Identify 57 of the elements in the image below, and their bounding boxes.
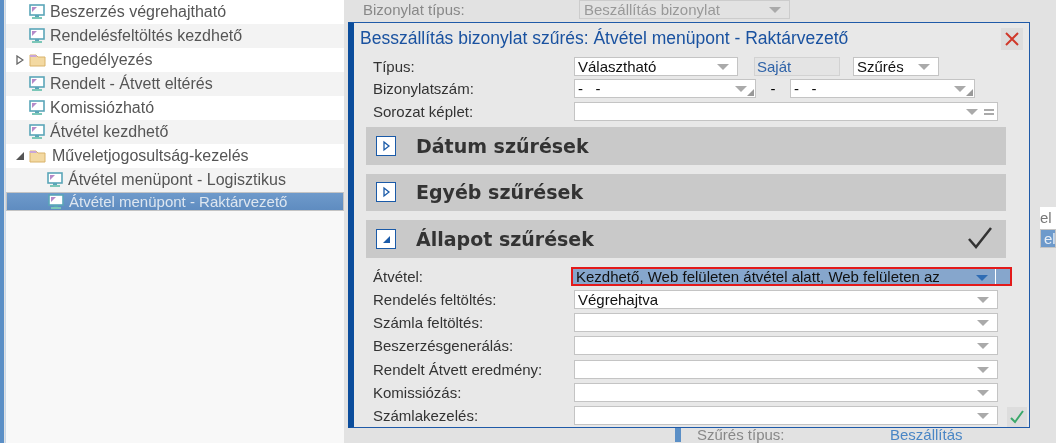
field-label: Sorozat képlet:	[373, 103, 475, 121]
monitor-icon	[29, 28, 45, 44]
type-select[interactable]: Választható	[574, 56, 738, 76]
checkmark-icon	[968, 227, 992, 250]
list-item[interactable]: el	[1040, 207, 1056, 229]
status-select[interactable]	[574, 313, 998, 333]
section-header[interactable]: Dátum szűrések	[366, 126, 1006, 165]
expand-icon[interactable]	[376, 182, 396, 203]
field-label: Rendelt Átvett eredmény:	[373, 360, 544, 378]
field-label: Beszerzésgenerálás:	[373, 337, 515, 355]
status-select[interactable]	[574, 336, 998, 356]
monitor-icon	[48, 193, 64, 210]
tree-item[interactable]: Beszerzés végrehajtható	[6, 0, 344, 24]
close-button[interactable]	[1001, 27, 1023, 50]
number-to-select[interactable]: - -	[790, 79, 975, 99]
series-formula-field[interactable]	[574, 102, 998, 122]
field-label: Típus:	[373, 57, 416, 75]
field-label: Szűrés típus:	[697, 425, 786, 443]
tree-item[interactable]: Komissiózható	[6, 96, 344, 120]
collapse-icon[interactable]	[16, 152, 24, 160]
status-select[interactable]	[574, 405, 998, 425]
tree-item[interactable]: Műveletjogosultság-kezelés	[6, 144, 344, 168]
monitor-icon	[29, 100, 45, 116]
folder-icon	[29, 149, 47, 163]
dialog-title: Besszállítás bizonylat szűrés: Átvétel menüpont - Raktárvezető	[360, 28, 849, 50]
filter-select[interactable]: Szűrés	[853, 56, 939, 76]
range-separator: -	[769, 80, 777, 98]
expand-icon[interactable]	[16, 55, 24, 65]
number-from-select[interactable]: - -	[574, 79, 756, 99]
status-select[interactable]	[574, 382, 998, 402]
field-label: Számla feltöltés:	[373, 314, 485, 332]
field-label: Komissiózás:	[373, 383, 463, 401]
collapse-icon[interactable]	[376, 228, 396, 249]
tree-item[interactable]: Rendelt - Átvett eltérés	[6, 72, 344, 96]
section-header[interactable]: Állapot szűrések	[366, 220, 1006, 258]
tree-item[interactable]: Rendelésfeltöltés kezdhető	[6, 24, 344, 48]
status-select[interactable]: Végrehajtva	[574, 289, 998, 309]
monitor-icon	[47, 172, 63, 188]
field-label: Számlakezelés:	[373, 406, 480, 424]
field-label: Rendelés feltöltés:	[373, 290, 498, 308]
tree-item[interactable]: Átvétel kezdhető	[6, 120, 344, 144]
tree-item[interactable]: Engedélyezés	[6, 48, 344, 72]
own-field: Saját	[754, 56, 840, 76]
field-label: Bizonylat típus:	[363, 0, 466, 18]
field-label: Bizonylatszám:	[373, 80, 475, 98]
field-value: Beszállítás	[890, 425, 963, 443]
tree-item[interactable]: Átvétel menüpont - Logisztikus	[6, 168, 344, 192]
monitor-icon	[29, 4, 45, 20]
monitor-icon	[29, 76, 45, 92]
field-label: Átvétel:	[373, 267, 425, 285]
status-select[interactable]: Kezdhető, Web felületen átvétel alatt, Web felületen az	[571, 266, 1012, 286]
folder-icon	[29, 53, 47, 67]
status-select[interactable]	[574, 359, 998, 379]
section-header[interactable]: Egyéb szűrések	[366, 173, 1006, 212]
expand-icon[interactable]	[376, 135, 396, 156]
confirm-button[interactable]	[1007, 407, 1027, 427]
monitor-icon	[29, 124, 45, 140]
